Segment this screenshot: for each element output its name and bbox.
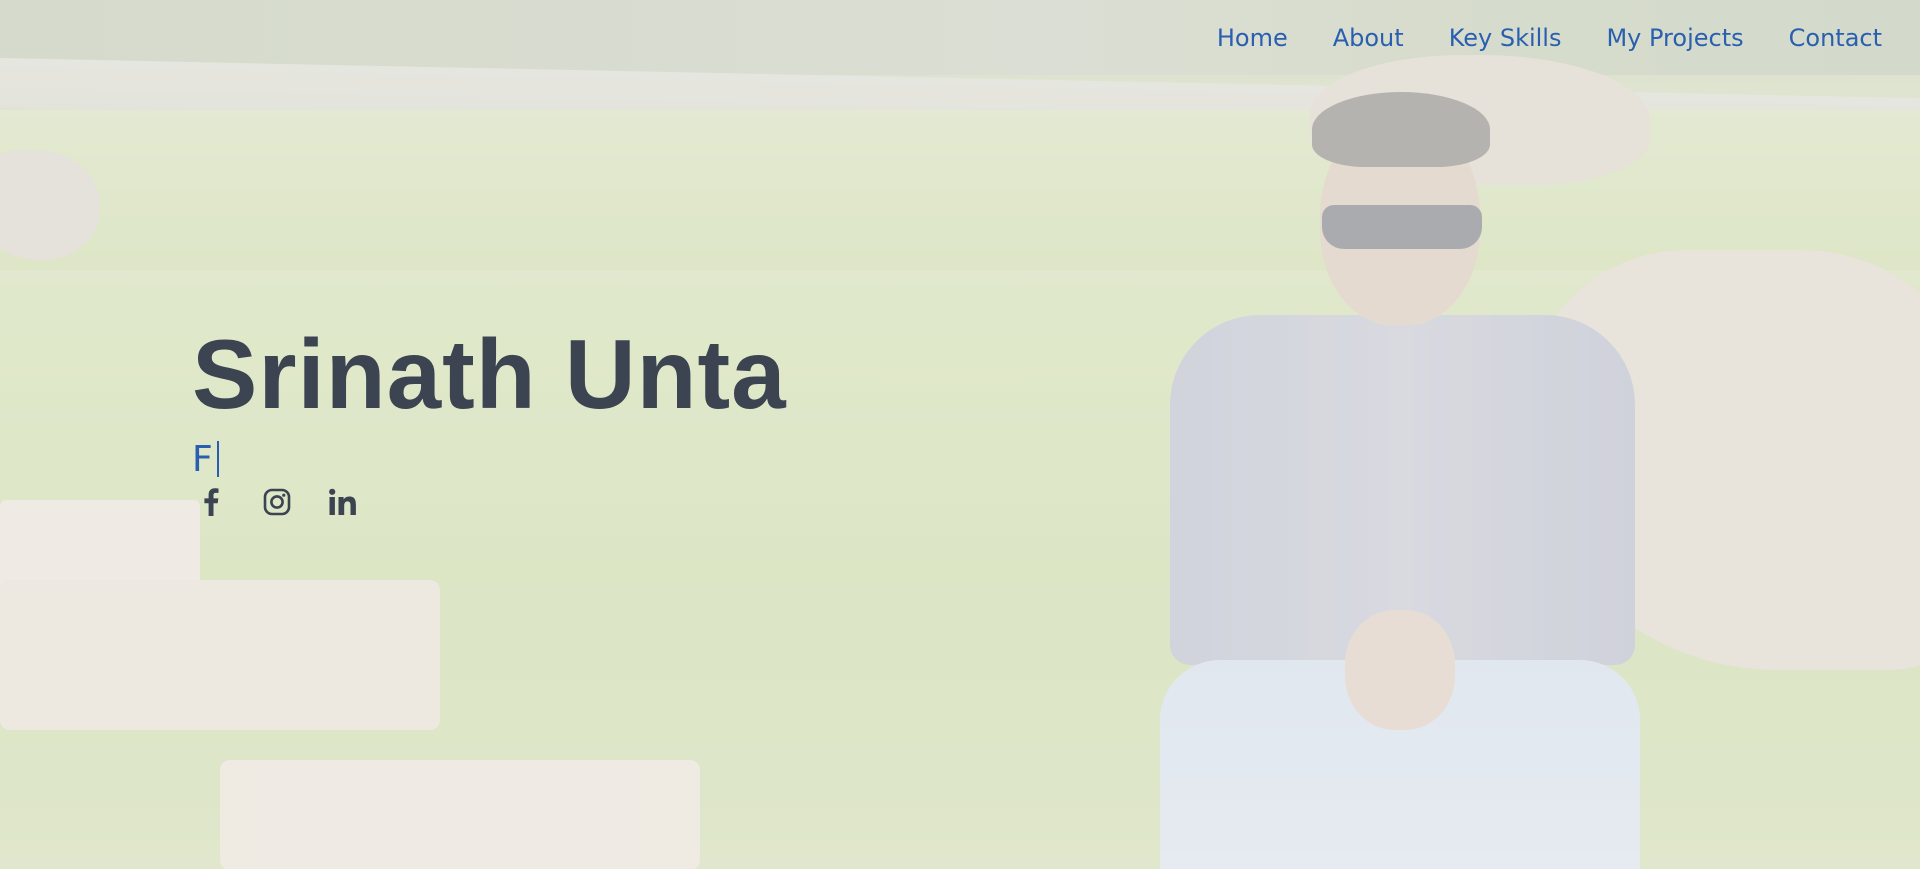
facebook-icon (203, 488, 219, 516)
nav-my-projects[interactable]: My Projects (1606, 24, 1743, 52)
instagram-link[interactable] (262, 487, 292, 517)
main-nav: Home About Key Skills My Projects Contac… (1172, 24, 1882, 52)
hero-name: Srinath Unta (192, 319, 787, 429)
typed-role-text: F (192, 441, 787, 481)
nav-home[interactable]: Home (1217, 24, 1288, 52)
linkedin-icon (328, 488, 358, 516)
facebook-link[interactable] (196, 487, 226, 517)
nav-about[interactable]: About (1333, 24, 1404, 52)
nav-contact[interactable]: Contact (1789, 24, 1882, 52)
instagram-icon (263, 488, 291, 516)
typed-text: F (192, 439, 213, 480)
social-links (196, 487, 787, 517)
hero-content: Srinath Unta F (192, 325, 787, 517)
hero-section: Home About Key Skills My Projects Contac… (0, 0, 1920, 869)
linkedin-link[interactable] (328, 487, 358, 517)
nav-key-skills[interactable]: Key Skills (1449, 24, 1562, 52)
typing-cursor (216, 441, 219, 477)
